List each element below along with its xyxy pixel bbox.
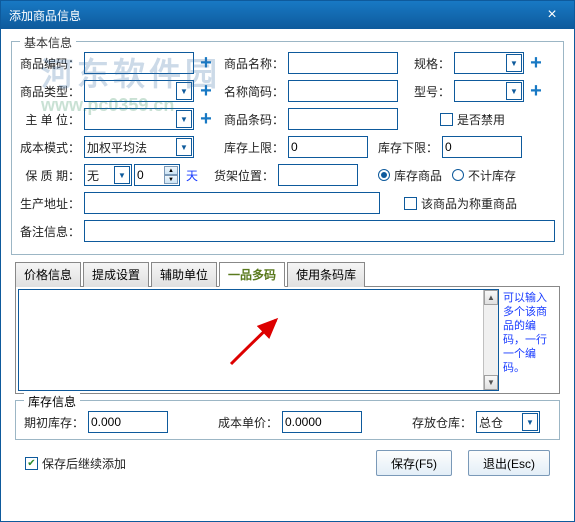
shelfpos-input[interactable] [278,164,358,186]
costprice-label: 成本单价： [208,414,278,431]
initstock-input[interactable] [88,411,168,433]
scroll-up-icon[interactable]: ▲ [484,290,498,305]
stock-legend: 库存信息 [24,393,80,410]
lower-input[interactable] [442,136,522,158]
save-button[interactable]: 保存(F5) [376,450,452,476]
spec-select[interactable]: ▼ [454,52,524,74]
shelflife-spinner[interactable]: 0 ▲▼ [134,164,180,186]
initstock-label: 期初库存： [24,414,84,431]
radio-icon [452,169,464,181]
chevron-down-icon: ▼ [176,138,192,156]
tab-barcodelib[interactable]: 使用条码库 [287,262,365,287]
tab-price[interactable]: 价格信息 [15,262,81,287]
checkbox-icon: ✔ [25,457,38,470]
radio-nostock[interactable]: 不计库存 [452,167,516,184]
scrollbar[interactable]: ▲ ▼ [483,290,498,390]
costprice-input[interactable] [282,411,362,433]
barcode-label: 商品条码： [222,111,284,128]
code-plus-icon[interactable]: + [198,55,214,71]
warehouse-label: 存放仓库： [402,414,472,431]
titlebar: 添加商品信息 × [1,1,574,29]
chevron-down-icon: ▼ [176,82,192,100]
radio-icon [378,169,390,181]
name-label: 商品名称： [222,55,284,72]
type-select[interactable]: ▼ [84,80,194,102]
prodaddr-label: 生产地址： [20,195,80,212]
warehouse-select[interactable]: 总仓▼ [476,411,540,433]
tab-multicode[interactable]: 一品多码 [219,262,285,287]
basic-info-group: 基本信息 商品编码： + 商品名称： 规格： ▼ + 商品类型： ▼ + 名称简… [11,41,564,255]
multicode-textarea[interactable]: ▲ ▼ [18,289,499,391]
multicode-hint: 可以输入多个该商品的编码，一行一个编码。 [501,287,559,393]
costmode-label: 成本模式： [20,139,80,156]
model-select[interactable]: ▼ [454,80,524,102]
abbr-label: 名称简码： [222,83,284,100]
remark-input[interactable] [84,220,555,242]
prodaddr-input[interactable] [84,192,380,214]
shelfpos-label: 货架位置： [212,167,274,184]
model-plus-icon[interactable]: + [528,83,544,99]
abbr-input[interactable] [288,80,398,102]
weigh-checkbox[interactable]: 该商品为称重商品 [404,195,517,212]
unit-label: 主 单 位： [20,111,80,128]
disable-checkbox[interactable]: 是否禁用 [440,111,505,128]
chevron-down-icon: ▼ [114,166,130,184]
tab-panel: ▲ ▼ 可以输入多个该商品的编码，一行一个编码。 [15,286,560,394]
code-label: 商品编码： [20,55,80,72]
tabs: 价格信息 提成设置 辅助单位 一品多码 使用条码库 [11,261,564,286]
chevron-down-icon: ▼ [176,110,192,128]
costmode-select[interactable]: 加权平均法▼ [84,136,194,158]
checkbox-icon [440,113,453,126]
upper-input[interactable] [288,136,368,158]
spin-down-icon[interactable]: ▼ [164,175,178,184]
close-icon[interactable]: × [538,1,566,29]
basic-legend: 基本信息 [20,34,76,51]
spin-up-icon[interactable]: ▲ [164,166,178,175]
chevron-down-icon: ▼ [522,413,538,431]
remark-label: 备注信息： [20,223,80,240]
type-label: 商品类型： [20,83,80,100]
shelflife-label: 保 质 期： [20,167,80,184]
spec-label: 规格： [406,55,450,72]
type-plus-icon[interactable]: + [198,83,214,99]
chevron-down-icon: ▼ [506,54,522,72]
exit-button[interactable]: 退出(Esc) [468,450,550,476]
upper-label: 库存上限： [222,139,284,156]
checkbox-icon [404,197,417,210]
lower-label: 库存下限： [376,139,438,156]
stock-info-group: 库存信息 期初库存： 成本单价： 存放仓库： 总仓▼ [15,400,560,440]
tab-commission[interactable]: 提成设置 [83,262,149,287]
shelflife-select[interactable]: 无▼ [84,164,132,186]
unit-select[interactable]: ▼ [84,108,194,130]
chevron-down-icon: ▼ [506,82,522,100]
name-input[interactable] [288,52,398,74]
continue-checkbox[interactable]: ✔ 保存后继续添加 [25,455,126,472]
shelflife-unit: 天 [186,167,198,184]
tab-auxunit[interactable]: 辅助单位 [151,262,217,287]
code-input[interactable] [84,52,194,74]
barcode-input[interactable] [288,108,398,130]
scroll-down-icon[interactable]: ▼ [484,375,498,390]
unit-plus-icon[interactable]: + [198,111,214,127]
model-label: 型号： [406,83,450,100]
window-title: 添加商品信息 [9,7,81,24]
spec-plus-icon[interactable]: + [528,55,544,71]
radio-stock[interactable]: 库存商品 [378,167,442,184]
